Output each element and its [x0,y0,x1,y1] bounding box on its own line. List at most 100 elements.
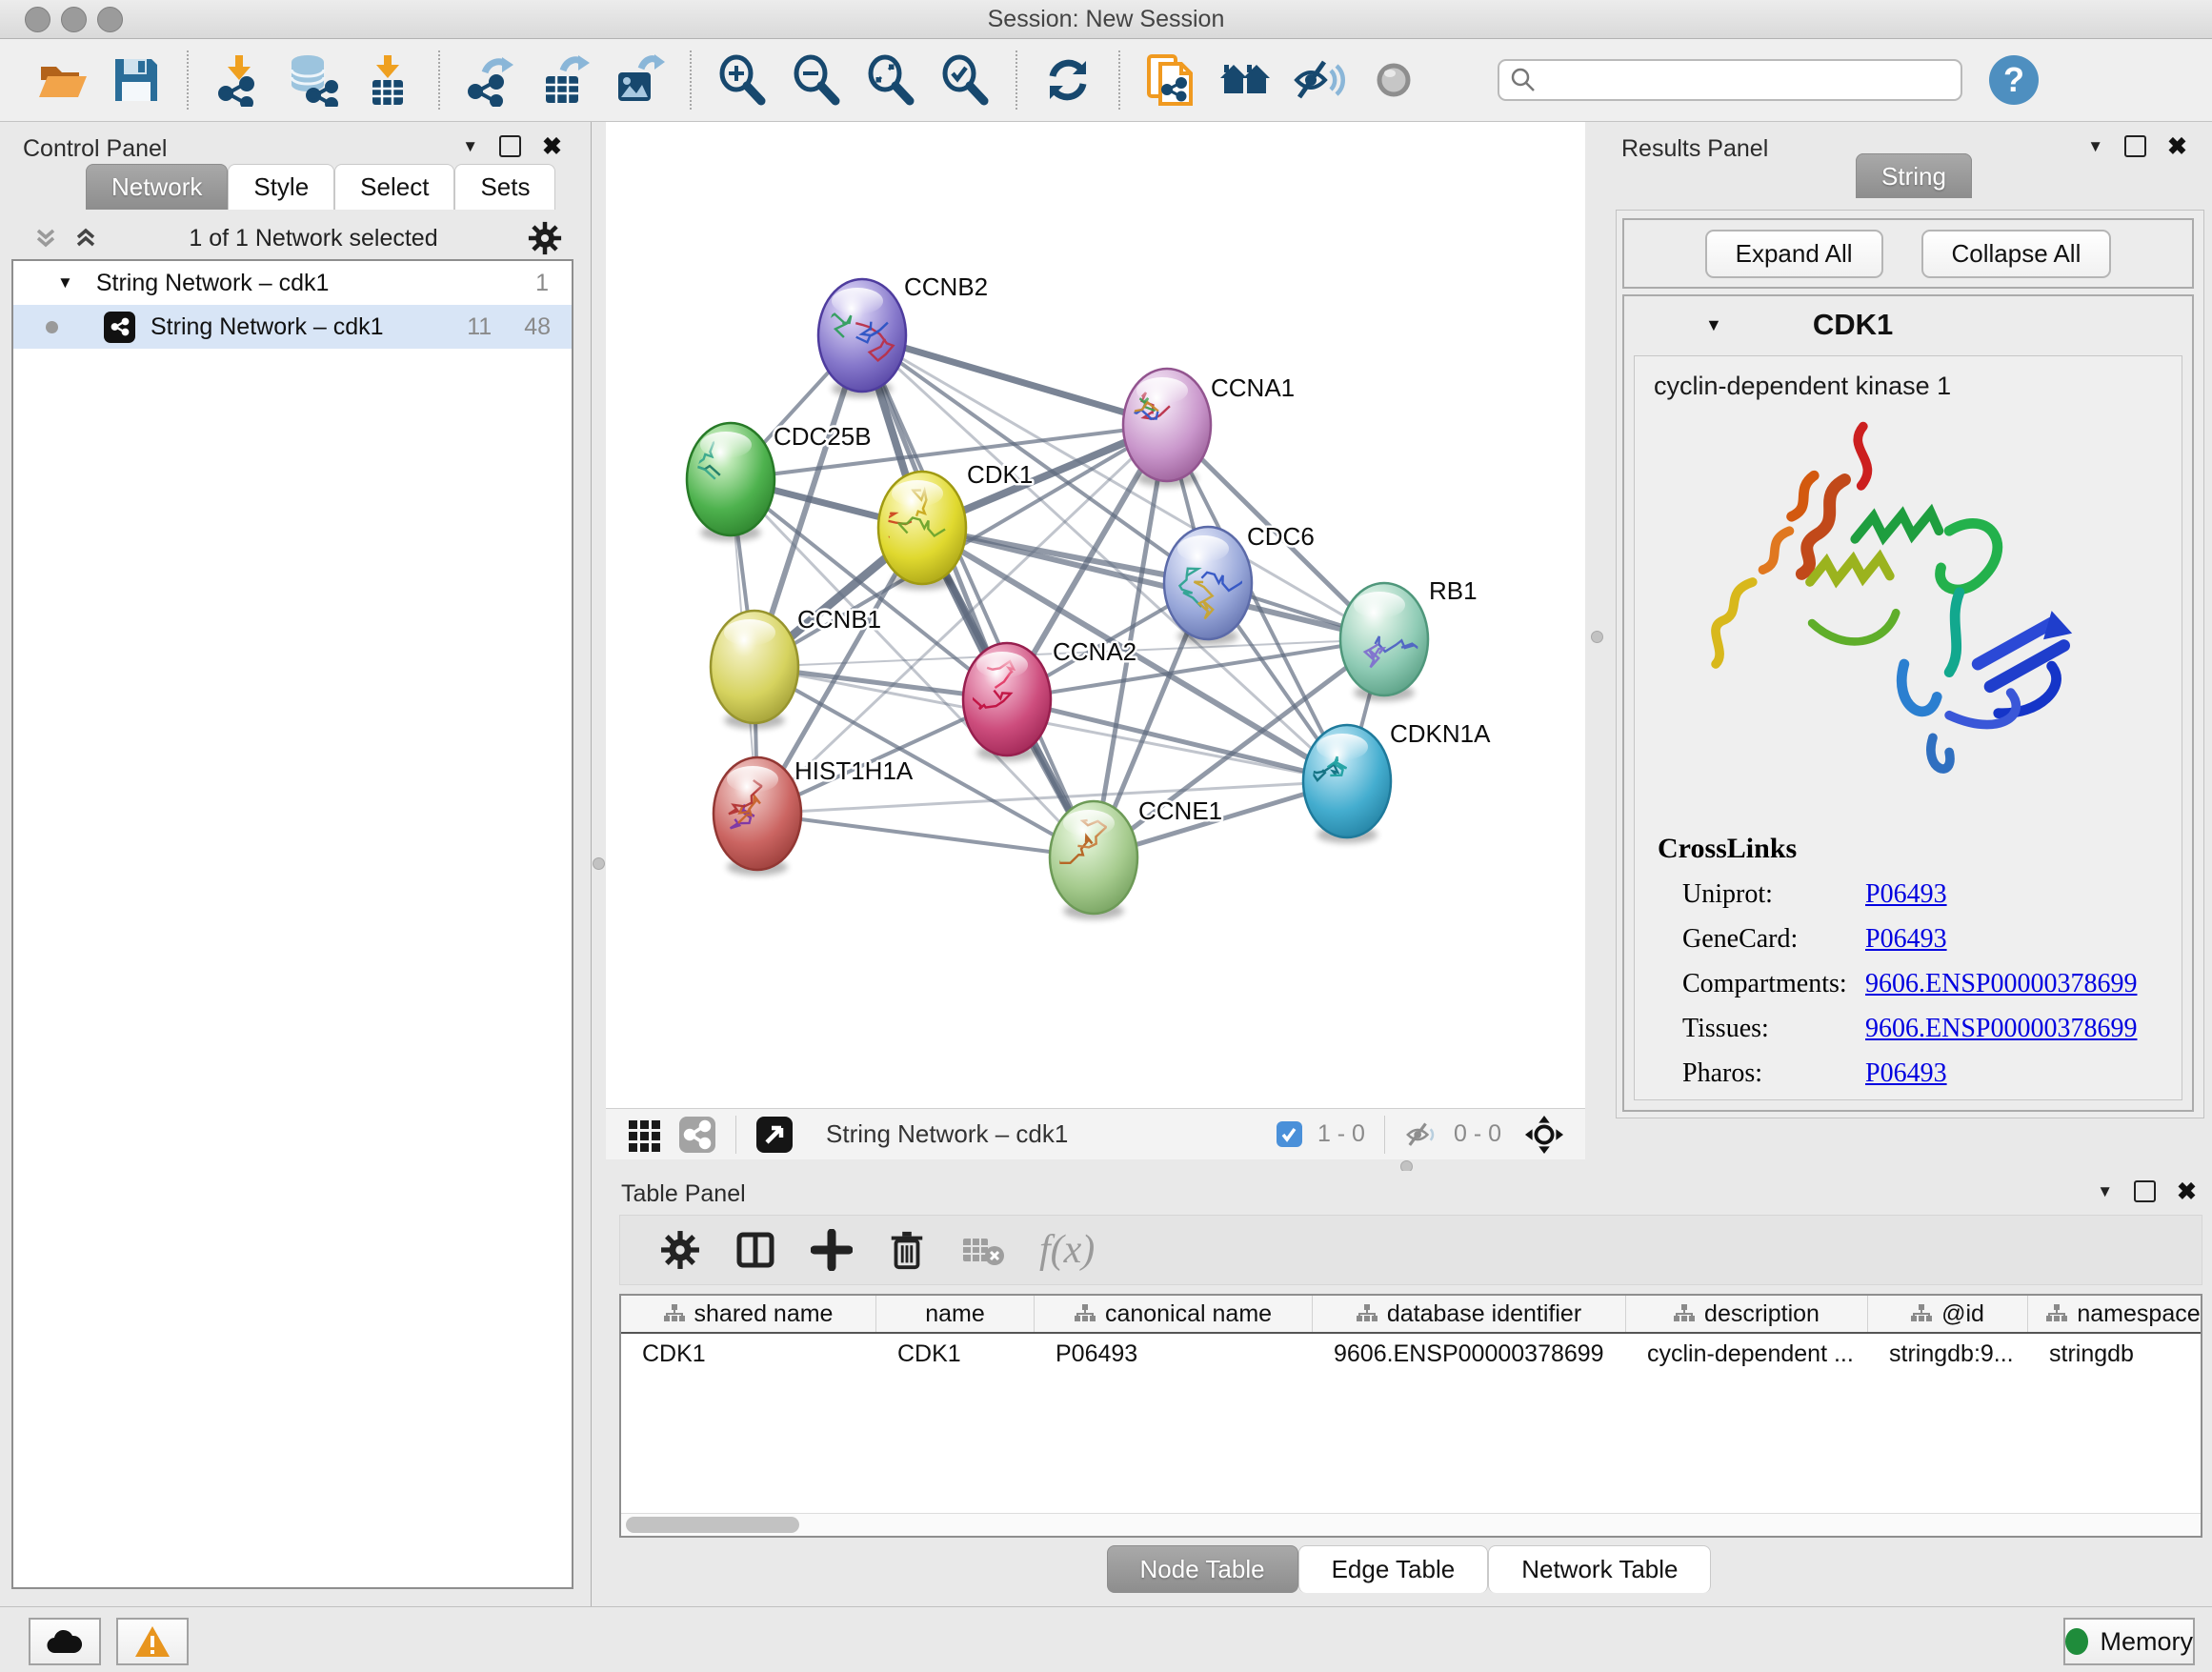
import-table-icon[interactable] [360,52,415,108]
tab-style[interactable]: Style [228,164,334,210]
select-columns-icon[interactable] [734,1229,776,1271]
crosslink-uniprot-link[interactable]: P06493 [1865,879,1947,910]
export-image-icon[interactable] [612,52,667,108]
tree-expand-icon[interactable]: ▼ [57,273,73,292]
add-column-icon[interactable] [811,1229,853,1271]
table-row[interactable]: CDK1 CDK1 P06493 9606.ENSP00000378699 cy… [621,1334,2201,1374]
function-builder-icon[interactable]: f(x) [1039,1227,1095,1273]
search-input-container [1498,59,1962,101]
network-tree: ▼ String Network – cdk1 1 String Network… [11,259,573,1589]
panel-collapse-icon[interactable]: ▼ [462,137,478,156]
toolbar-separator [1118,50,1120,110]
svg-text:CCNB2: CCNB2 [904,272,988,301]
zoom-fit-icon[interactable] [863,52,918,108]
expand-all-networks-icon[interactable] [32,225,59,252]
column-header-database-identifier[interactable]: database identifier [1313,1296,1626,1332]
zoom-window-button[interactable] [97,7,123,32]
string-results-container: Expand All Collapse All ▼ CDK1 cyclin-de… [1616,210,2204,1118]
toolbar-separator [187,50,189,110]
string-home-icon[interactable] [1217,52,1273,108]
tab-select[interactable]: Select [334,164,454,210]
crosslink-pharos-link[interactable]: P06493 [1865,1058,1947,1089]
right-splitter-grip[interactable] [1591,631,1603,643]
tab-network-table[interactable]: Network Table [1488,1545,1711,1593]
panel-close-icon[interactable]: ✖ [2177,1182,2197,1201]
export-network-icon[interactable] [463,52,518,108]
grid-view-icon[interactable] [627,1117,663,1153]
memory-button[interactable]: Memory [2063,1618,2195,1665]
delete-table-icon[interactable] [961,1233,1005,1267]
minimize-window-button[interactable] [61,7,87,32]
save-session-icon[interactable] [109,52,164,108]
tab-node-table[interactable]: Node Table [1107,1545,1298,1593]
scrollbar-thumb[interactable] [626,1517,799,1533]
collapse-all-button[interactable]: Collapse All [1921,230,2112,278]
tab-sets[interactable]: Sets [454,164,555,210]
column-tree-icon [1357,1304,1377,1323]
crosslink-genecard-link[interactable]: P06493 [1865,924,1947,955]
beta-arrow [2043,611,2072,639]
tab-network[interactable]: Network [86,164,228,210]
zoom-selected-icon[interactable] [937,52,993,108]
panel-collapse-icon[interactable]: ▼ [2097,1182,2113,1201]
refresh-layout-icon[interactable] [1040,52,1096,108]
node-table: shared name name canonical name database… [619,1294,2202,1538]
panel-collapse-icon[interactable]: ▼ [2087,137,2103,156]
open-session-icon[interactable] [34,52,90,108]
string-query-document-icon[interactable] [1143,52,1198,108]
column-header-id[interactable]: @id [1868,1296,2028,1332]
help-button[interactable]: ? [1989,55,2039,105]
expand-all-button[interactable]: Expand All [1705,230,1883,278]
horizontal-scrollbar[interactable] [621,1513,2201,1536]
zoom-out-icon[interactable] [789,52,844,108]
panel-float-icon[interactable] [499,135,521,157]
left-splitter-grip[interactable] [593,857,605,870]
network-graph[interactable]: CCNB2CCNA1CDC25BCDK1CDC6RB1CCNB1CCNA2CDK… [606,122,1585,1108]
collapse-all-networks-icon[interactable] [72,225,99,252]
import-network-icon[interactable] [211,52,267,108]
import-network-from-database-icon[interactable] [286,52,341,108]
network-row[interactable]: String Network – cdk1 11 48 [13,305,572,349]
crosslink-compartments-link[interactable]: 9606.ENSP00000378699 [1865,969,2137,999]
panel-close-icon[interactable]: ✖ [2167,137,2187,156]
tab-edge-table[interactable]: Edge Table [1298,1545,1489,1593]
search-input[interactable] [1538,66,1941,94]
close-window-button[interactable] [25,7,50,32]
column-tree-icon [1674,1304,1695,1323]
string-hide-eye-icon[interactable] [1292,52,1347,108]
table-header-row: shared name name canonical name database… [621,1296,2201,1334]
network-options-gear-icon[interactable] [528,221,562,255]
column-header-shared-name[interactable]: shared name [621,1296,876,1332]
panel-float-icon[interactable] [2124,135,2146,157]
network-canvas[interactable]: CCNB2CCNA1CDC25BCDK1CDC6RB1CCNB1CCNA2CDK… [606,122,1585,1108]
column-header-namespace[interactable]: namespace [2028,1296,2202,1332]
warning-icon [134,1625,171,1658]
string-eye-disabled-icon[interactable] [1366,52,1421,108]
network-collection-row[interactable]: ▼ String Network – cdk1 1 [13,261,572,305]
selected-checkbox-icon[interactable] [1277,1121,1302,1147]
panel-float-icon[interactable] [2134,1180,2156,1202]
control-panel-tabs: Network Style Select Sets [86,164,555,210]
gene-description: cyclin-dependent kinase 1 [1654,372,2182,401]
warning-status-button[interactable] [116,1618,189,1665]
column-header-canonical-name[interactable]: canonical name [1035,1296,1313,1332]
toolbar-separator [690,50,692,110]
cloud-status-button[interactable] [29,1618,101,1665]
column-header-name[interactable]: name [876,1296,1035,1332]
hidden-eye-icon[interactable] [1404,1118,1438,1152]
crosslink-label: GeneCard: [1682,924,1865,955]
gene-section: ▼ CDK1 cyclin-dependent kinase 1 [1622,294,2194,1112]
crosslink-tissues-link[interactable]: 9606.ENSP00000378699 [1865,1014,2137,1044]
panel-close-icon[interactable]: ✖ [542,137,562,156]
section-collapse-icon[interactable]: ▼ [1705,315,1722,335]
svg-text:CCNA1: CCNA1 [1211,373,1295,402]
export-table-icon[interactable] [537,52,593,108]
tab-string[interactable]: String [1856,153,1972,198]
birdseye-pan-icon[interactable] [1524,1115,1564,1155]
table-gear-icon[interactable] [660,1230,700,1270]
zoom-in-icon[interactable] [714,52,770,108]
network-share-view-icon[interactable] [678,1116,716,1154]
open-in-window-icon[interactable] [755,1116,794,1154]
column-header-description[interactable]: description [1626,1296,1868,1332]
delete-column-trash-icon[interactable] [887,1229,927,1271]
